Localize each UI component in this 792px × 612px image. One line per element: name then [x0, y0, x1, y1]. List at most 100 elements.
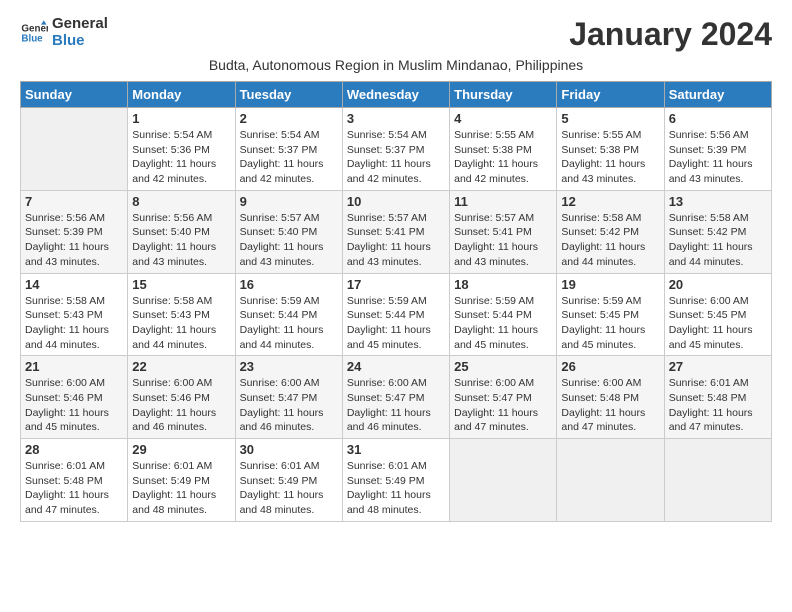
header-row: SundayMondayTuesdayWednesdayThursdayFrid…: [21, 82, 772, 108]
day-info: Sunrise: 5:56 AMSunset: 5:39 PMDaylight:…: [25, 211, 123, 270]
day-cell: [557, 439, 664, 522]
logo-icon: General Blue: [20, 19, 48, 47]
day-number: 27: [669, 359, 767, 374]
day-info: Sunrise: 5:59 AMSunset: 5:44 PMDaylight:…: [454, 294, 552, 353]
day-number: 18: [454, 277, 552, 292]
day-number: 2: [240, 111, 338, 126]
header: General Blue General Blue January 2024: [20, 16, 772, 53]
day-cell: 9 Sunrise: 5:57 AMSunset: 5:40 PMDaylight…: [235, 190, 342, 273]
day-info: Sunrise: 5:58 AMSunset: 5:42 PMDaylight:…: [561, 211, 659, 270]
day-number: 9: [240, 194, 338, 209]
header-cell-friday: Friday: [557, 82, 664, 108]
day-info: Sunrise: 5:55 AMSunset: 5:38 PMDaylight:…: [561, 128, 659, 187]
day-cell: 20 Sunrise: 6:00 AMSunset: 5:45 PMDayligh…: [664, 273, 771, 356]
day-cell: 2 Sunrise: 5:54 AMSunset: 5:37 PMDaylight…: [235, 108, 342, 191]
day-cell: 16Sunrise: 5:59 AMSunset: 5:44 PMDayligh…: [235, 273, 342, 356]
day-cell: 27 Sunrise: 6:01 AMSunset: 5:48 PMDayligh…: [664, 356, 771, 439]
day-info: Sunrise: 5:57 AMSunset: 5:41 PMDaylight:…: [347, 211, 445, 270]
subtitle: Budta, Autonomous Region in Muslim Minda…: [20, 57, 772, 73]
day-info: Sunrise: 6:00 AMSunset: 5:48 PMDaylight:…: [561, 376, 659, 435]
day-info: Sunrise: 6:00 AMSunset: 5:46 PMDaylight:…: [132, 376, 230, 435]
day-info: Sunrise: 5:57 AMSunset: 5:40 PMDaylight:…: [240, 211, 338, 270]
day-number: 4: [454, 111, 552, 126]
day-cell: 8Sunrise: 5:56 AMSunset: 5:40 PMDaylight…: [128, 190, 235, 273]
header-cell-thursday: Thursday: [450, 82, 557, 108]
day-info: Sunrise: 6:00 AMSunset: 5:47 PMDaylight:…: [347, 376, 445, 435]
day-info: Sunrise: 5:58 AMSunset: 5:42 PMDaylight:…: [669, 211, 767, 270]
day-cell: 21Sunrise: 6:00 AMSunset: 5:46 PMDayligh…: [21, 356, 128, 439]
calendar-table: SundayMondayTuesdayWednesdayThursdayFrid…: [20, 81, 772, 522]
header-cell-saturday: Saturday: [664, 82, 771, 108]
day-info: Sunrise: 5:58 AMSunset: 5:43 PMDaylight:…: [132, 294, 230, 353]
day-info: Sunrise: 5:56 AMSunset: 5:39 PMDaylight:…: [669, 128, 767, 187]
day-info: Sunrise: 5:57 AMSunset: 5:41 PMDaylight:…: [454, 211, 552, 270]
day-info: Sunrise: 5:54 AMSunset: 5:37 PMDaylight:…: [347, 128, 445, 187]
day-cell: 25Sunrise: 6:00 AMSunset: 5:47 PMDayligh…: [450, 356, 557, 439]
week-row-4: 21Sunrise: 6:00 AMSunset: 5:46 PMDayligh…: [21, 356, 772, 439]
day-number: 29: [132, 442, 230, 457]
day-info: Sunrise: 6:00 AMSunset: 5:47 PMDaylight:…: [240, 376, 338, 435]
day-info: Sunrise: 6:00 AMSunset: 5:45 PMDaylight:…: [669, 294, 767, 353]
day-cell: [664, 439, 771, 522]
day-cell: 10 Sunrise: 5:57 AMSunset: 5:41 PMDayligh…: [342, 190, 449, 273]
day-info: Sunrise: 6:00 AMSunset: 5:46 PMDaylight:…: [25, 376, 123, 435]
day-number: 6: [669, 111, 767, 126]
day-number: 5: [561, 111, 659, 126]
day-cell: 11 Sunrise: 5:57 AMSunset: 5:41 PMDayligh…: [450, 190, 557, 273]
day-number: 8: [132, 194, 230, 209]
day-info: Sunrise: 5:58 AMSunset: 5:43 PMDaylight:…: [25, 294, 123, 353]
day-number: 12: [561, 194, 659, 209]
day-cell: [450, 439, 557, 522]
week-row-5: 28Sunrise: 6:01 AMSunset: 5:48 PMDayligh…: [21, 439, 772, 522]
day-number: 20: [669, 277, 767, 292]
day-cell: 5 Sunrise: 5:55 AMSunset: 5:38 PMDaylight…: [557, 108, 664, 191]
day-info: Sunrise: 5:54 AMSunset: 5:37 PMDaylight:…: [240, 128, 338, 187]
day-cell: 6 Sunrise: 5:56 AMSunset: 5:39 PMDaylight…: [664, 108, 771, 191]
day-info: Sunrise: 6:01 AMSunset: 5:49 PMDaylight:…: [132, 459, 230, 518]
day-info: Sunrise: 5:54 AMSunset: 5:36 PMDaylight:…: [132, 128, 230, 187]
day-cell: 17 Sunrise: 5:59 AMSunset: 5:44 PMDayligh…: [342, 273, 449, 356]
day-info: Sunrise: 6:01 AMSunset: 5:49 PMDaylight:…: [347, 459, 445, 518]
day-cell: [21, 108, 128, 191]
day-info: Sunrise: 6:01 AMSunset: 5:48 PMDaylight:…: [669, 376, 767, 435]
day-number: 15: [132, 277, 230, 292]
day-cell: 1 Sunrise: 5:54 AMSunset: 5:36 PMDaylight…: [128, 108, 235, 191]
day-cell: 28Sunrise: 6:01 AMSunset: 5:48 PMDayligh…: [21, 439, 128, 522]
day-number: 23: [240, 359, 338, 374]
month-title: January 2024: [569, 16, 772, 53]
day-cell: 30 Sunrise: 6:01 AMSunset: 5:49 PMDayligh…: [235, 439, 342, 522]
day-cell: 12 Sunrise: 5:58 AMSunset: 5:42 PMDayligh…: [557, 190, 664, 273]
day-info: Sunrise: 5:59 AMSunset: 5:44 PMDaylight:…: [240, 294, 338, 353]
day-number: 25: [454, 359, 552, 374]
logo-line1: General: [52, 16, 108, 33]
logo-line2: Blue: [52, 33, 108, 50]
day-number: 19: [561, 277, 659, 292]
header-cell-wednesday: Wednesday: [342, 82, 449, 108]
day-number: 10: [347, 194, 445, 209]
day-cell: 19 Sunrise: 5:59 AMSunset: 5:45 PMDayligh…: [557, 273, 664, 356]
day-info: Sunrise: 5:59 AMSunset: 5:44 PMDaylight:…: [347, 294, 445, 353]
day-info: Sunrise: 5:59 AMSunset: 5:45 PMDaylight:…: [561, 294, 659, 353]
week-row-3: 14 Sunrise: 5:58 AMSunset: 5:43 PMDayligh…: [21, 273, 772, 356]
week-row-2: 7Sunrise: 5:56 AMSunset: 5:39 PMDaylight…: [21, 190, 772, 273]
day-number: 13: [669, 194, 767, 209]
day-number: 3: [347, 111, 445, 126]
day-info: Sunrise: 6:01 AMSunset: 5:49 PMDaylight:…: [240, 459, 338, 518]
day-cell: 13 Sunrise: 5:58 AMSunset: 5:42 PMDayligh…: [664, 190, 771, 273]
day-number: 28: [25, 442, 123, 457]
day-number: 17: [347, 277, 445, 292]
header-cell-monday: Monday: [128, 82, 235, 108]
day-number: 14: [25, 277, 123, 292]
day-cell: 26Sunrise: 6:00 AMSunset: 5:48 PMDayligh…: [557, 356, 664, 439]
day-cell: 15 Sunrise: 5:58 AMSunset: 5:43 PMDayligh…: [128, 273, 235, 356]
day-cell: 14 Sunrise: 5:58 AMSunset: 5:43 PMDayligh…: [21, 273, 128, 356]
day-number: 22: [132, 359, 230, 374]
day-cell: 18 Sunrise: 5:59 AMSunset: 5:44 PMDayligh…: [450, 273, 557, 356]
header-cell-sunday: Sunday: [21, 82, 128, 108]
day-number: 11: [454, 194, 552, 209]
day-number: 1: [132, 111, 230, 126]
day-number: 30: [240, 442, 338, 457]
day-cell: 4Sunrise: 5:55 AMSunset: 5:38 PMDaylight…: [450, 108, 557, 191]
day-cell: 24Sunrise: 6:00 AMSunset: 5:47 PMDayligh…: [342, 356, 449, 439]
week-row-1: 1 Sunrise: 5:54 AMSunset: 5:36 PMDaylight…: [21, 108, 772, 191]
